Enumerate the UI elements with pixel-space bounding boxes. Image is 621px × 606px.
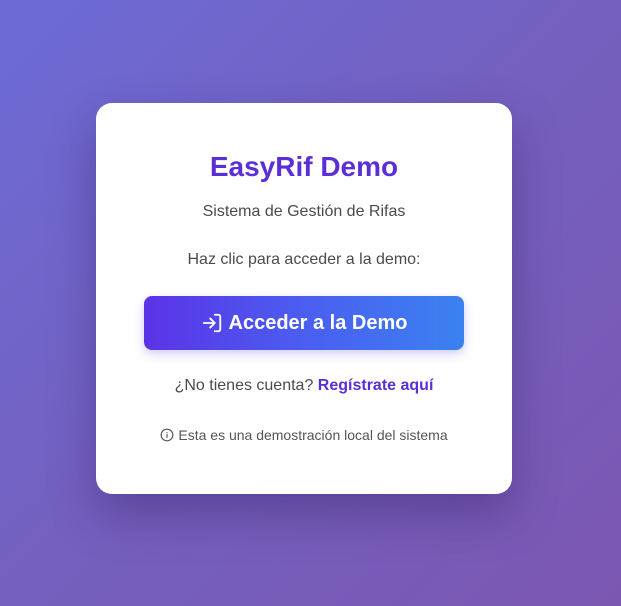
login-card: EasyRif Demo Sistema de Gestión de Rifas… [96,103,512,494]
page-title: EasyRif Demo [209,151,399,182]
access-demo-button[interactable]: Acceder a la Demo [144,296,464,350]
sign-in-icon [201,312,223,334]
demo-prompt: Haz clic para acceder a la demo: [187,251,421,268]
register-line: ¿No tienes cuenta? Regístrate aquí [96,376,512,396]
note-text: Esta es una demostración local del siste… [178,427,448,443]
subtitle: Sistema de Gestión de Rifas [202,203,406,220]
info-circle-icon [160,428,174,442]
local-demo-note: Esta es una demostración local del siste… [96,426,512,444]
access-demo-label: Acceder a la Demo [228,311,408,334]
register-question: ¿No tienes cuenta? [174,377,314,394]
register-link[interactable]: Regístrate aquí [318,377,434,394]
